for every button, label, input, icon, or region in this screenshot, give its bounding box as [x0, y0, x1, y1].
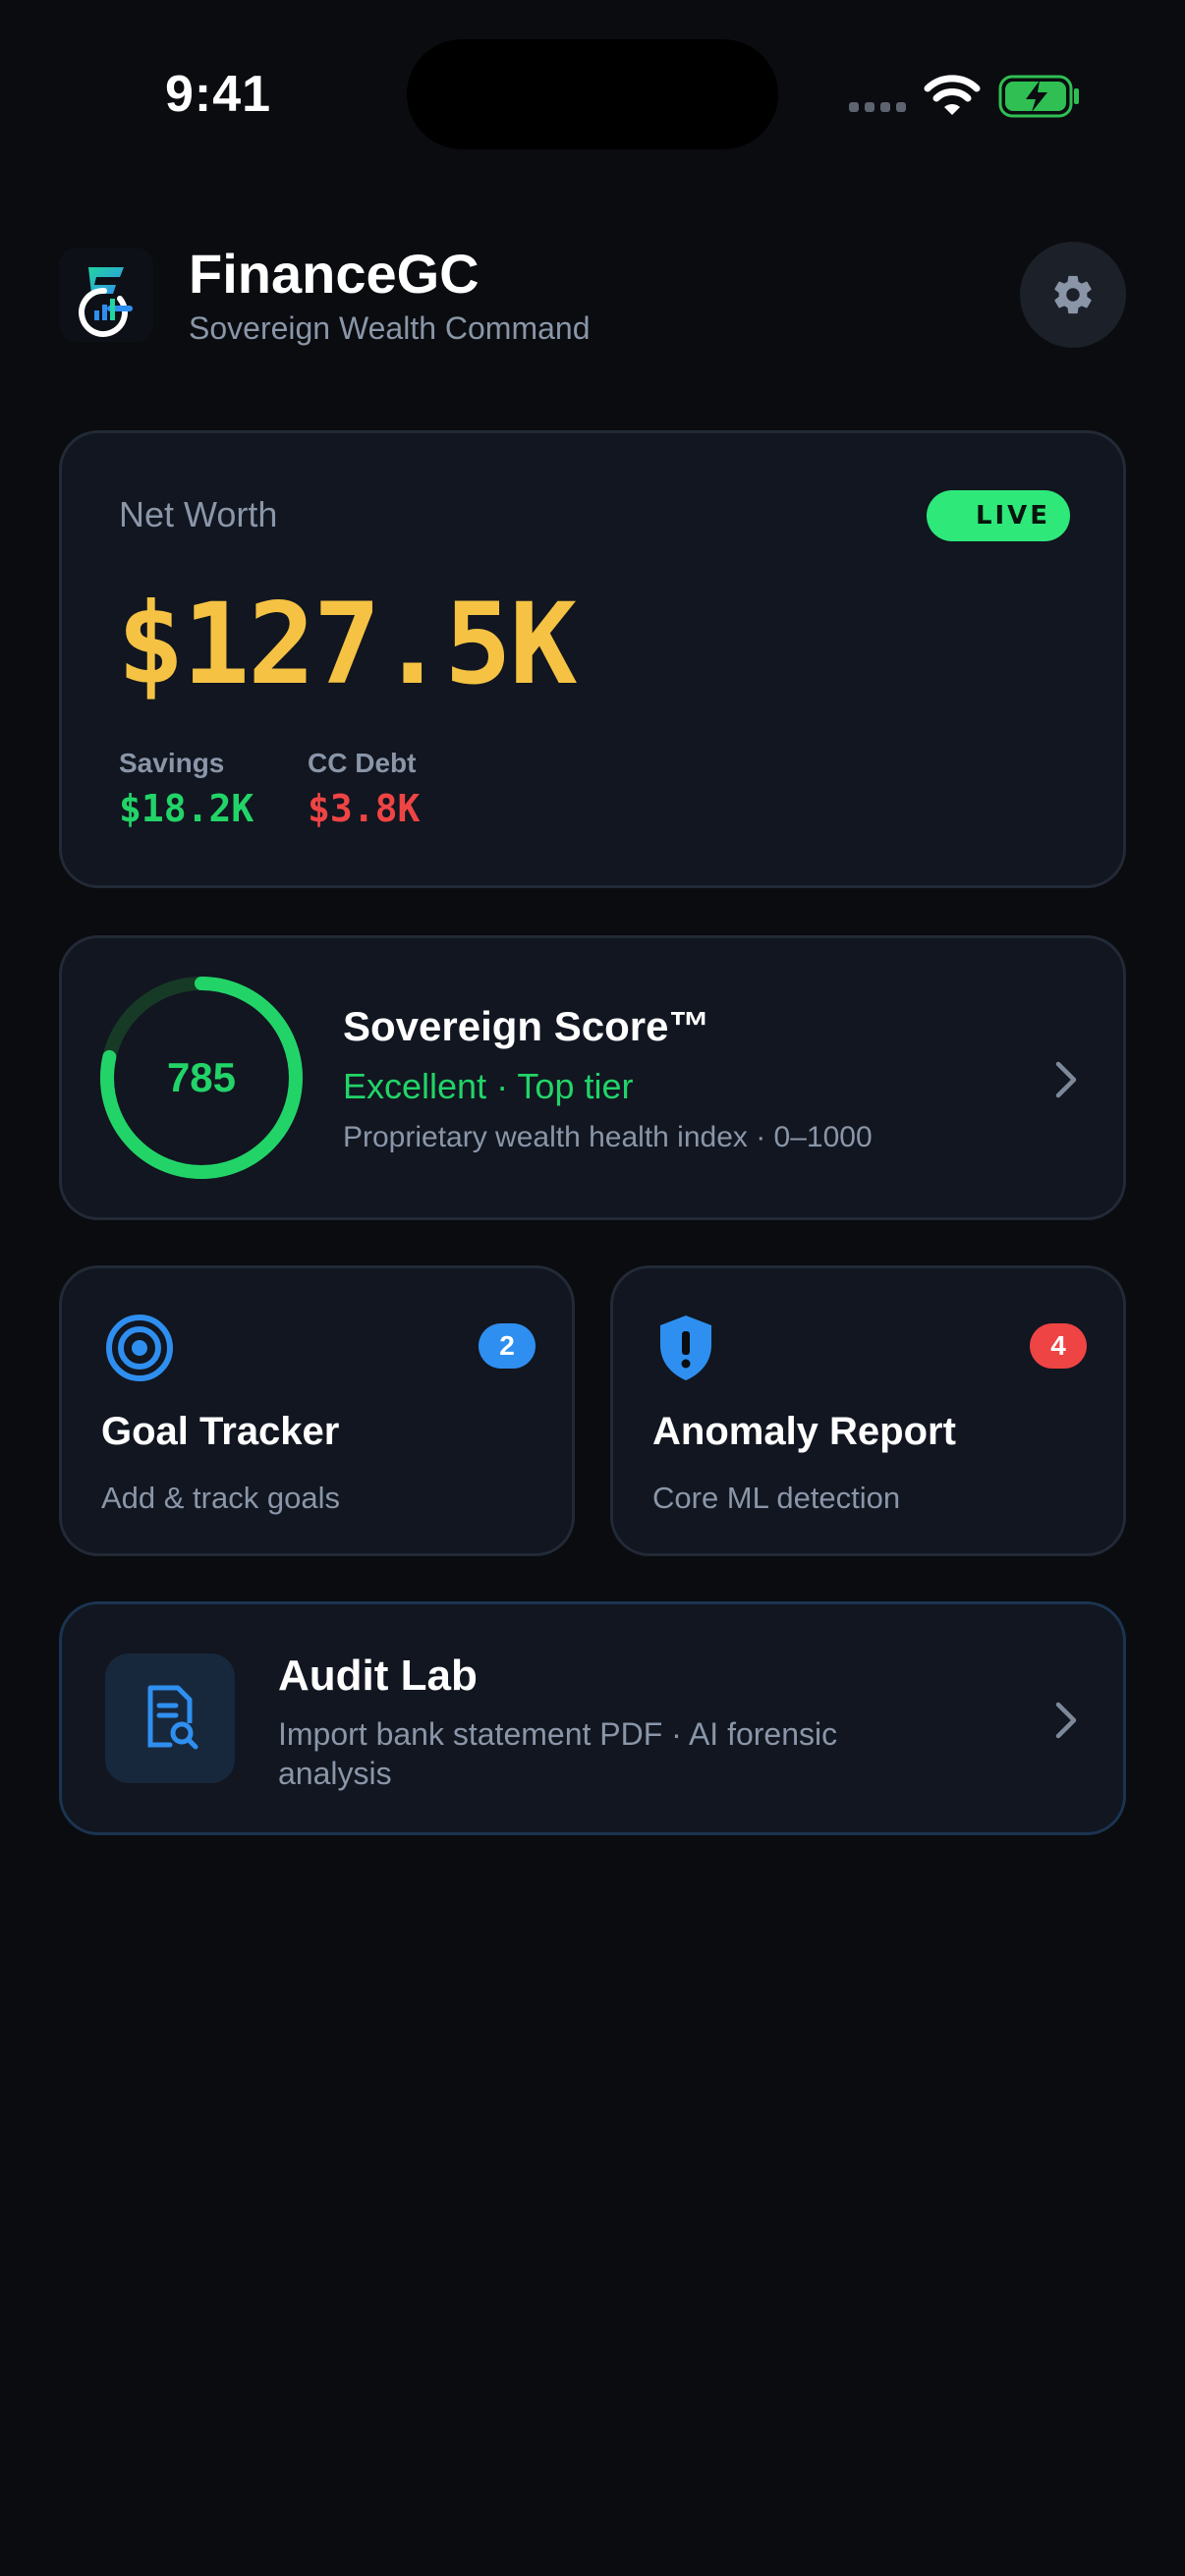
score-description: Proprietary wealth health index · 0–1000 [343, 1121, 873, 1153]
audit-icon-box [105, 1653, 235, 1783]
goal-tracker-subtitle: Add & track goals [101, 1481, 340, 1515]
goal-count-badge: 2 [479, 1323, 536, 1369]
gear-icon [1054, 275, 1092, 314]
app-title: FinanceGC [189, 243, 480, 305]
audit-lab-title: Audit Lab [278, 1652, 478, 1700]
cellular-dots-icon [849, 102, 906, 112]
target-icon [106, 1315, 173, 1381]
net-worth-value: $127.5K [117, 579, 577, 709]
shield-alert-icon [660, 1316, 711, 1380]
anomaly-report-title: Anomaly Report [652, 1410, 956, 1453]
sovereign-score-card[interactable]: 785 Sovereign Score™ Excellent · Top tie… [59, 935, 1126, 1220]
live-badge: LIVE [927, 490, 1070, 541]
score-title: Sovereign Score™ [343, 1003, 710, 1049]
savings-label: Savings [119, 748, 225, 778]
cc-debt-label: CC Debt [308, 748, 417, 778]
net-worth-label: Net Worth [119, 494, 278, 534]
chevron-right-icon [1055, 1061, 1077, 1098]
home-screen: 9:41 FinanceGC Sovereign Wealth Command … [0, 0, 1185, 2576]
battery-charging-icon [998, 75, 1079, 118]
net-worth-card[interactable]: Net Worth LIVE $127.5K Savings $18.2K CC… [59, 430, 1126, 888]
live-badge-label: LIVE [975, 501, 1051, 531]
dynamic-island [407, 39, 778, 149]
settings-button[interactable] [1020, 242, 1126, 348]
cc-debt-value: $3.8K [308, 787, 421, 830]
audit-lab-card[interactable]: Audit Lab Import bank statement PDF · AI… [59, 1601, 1126, 1835]
goal-tracker-title: Goal Tracker [101, 1410, 340, 1453]
app-subtitle: Sovereign Wealth Command [189, 310, 591, 346]
anomaly-count-badge: 4 [1030, 1323, 1087, 1369]
chevron-right-icon [1055, 1702, 1077, 1739]
goal-tracker-card[interactable]: 2 Goal Tracker Add & track goals [59, 1265, 575, 1556]
wifi-icon [924, 75, 981, 115]
status-time: 9:41 [165, 66, 272, 123]
savings-value: $18.2K [119, 787, 254, 830]
financegc-logo-icon [59, 248, 153, 342]
anomaly-report-subtitle: Core ML detection [652, 1481, 901, 1515]
audit-lab-description: Import bank statement PDF · AI forensic … [278, 1716, 838, 1791]
anomaly-report-card[interactable]: 4 Anomaly Report Core ML detection [610, 1265, 1126, 1556]
score-status: Excellent · Top tier [343, 1066, 634, 1106]
document-search-icon [147, 1685, 198, 1750]
score-value: 785 [166, 1054, 237, 1100]
